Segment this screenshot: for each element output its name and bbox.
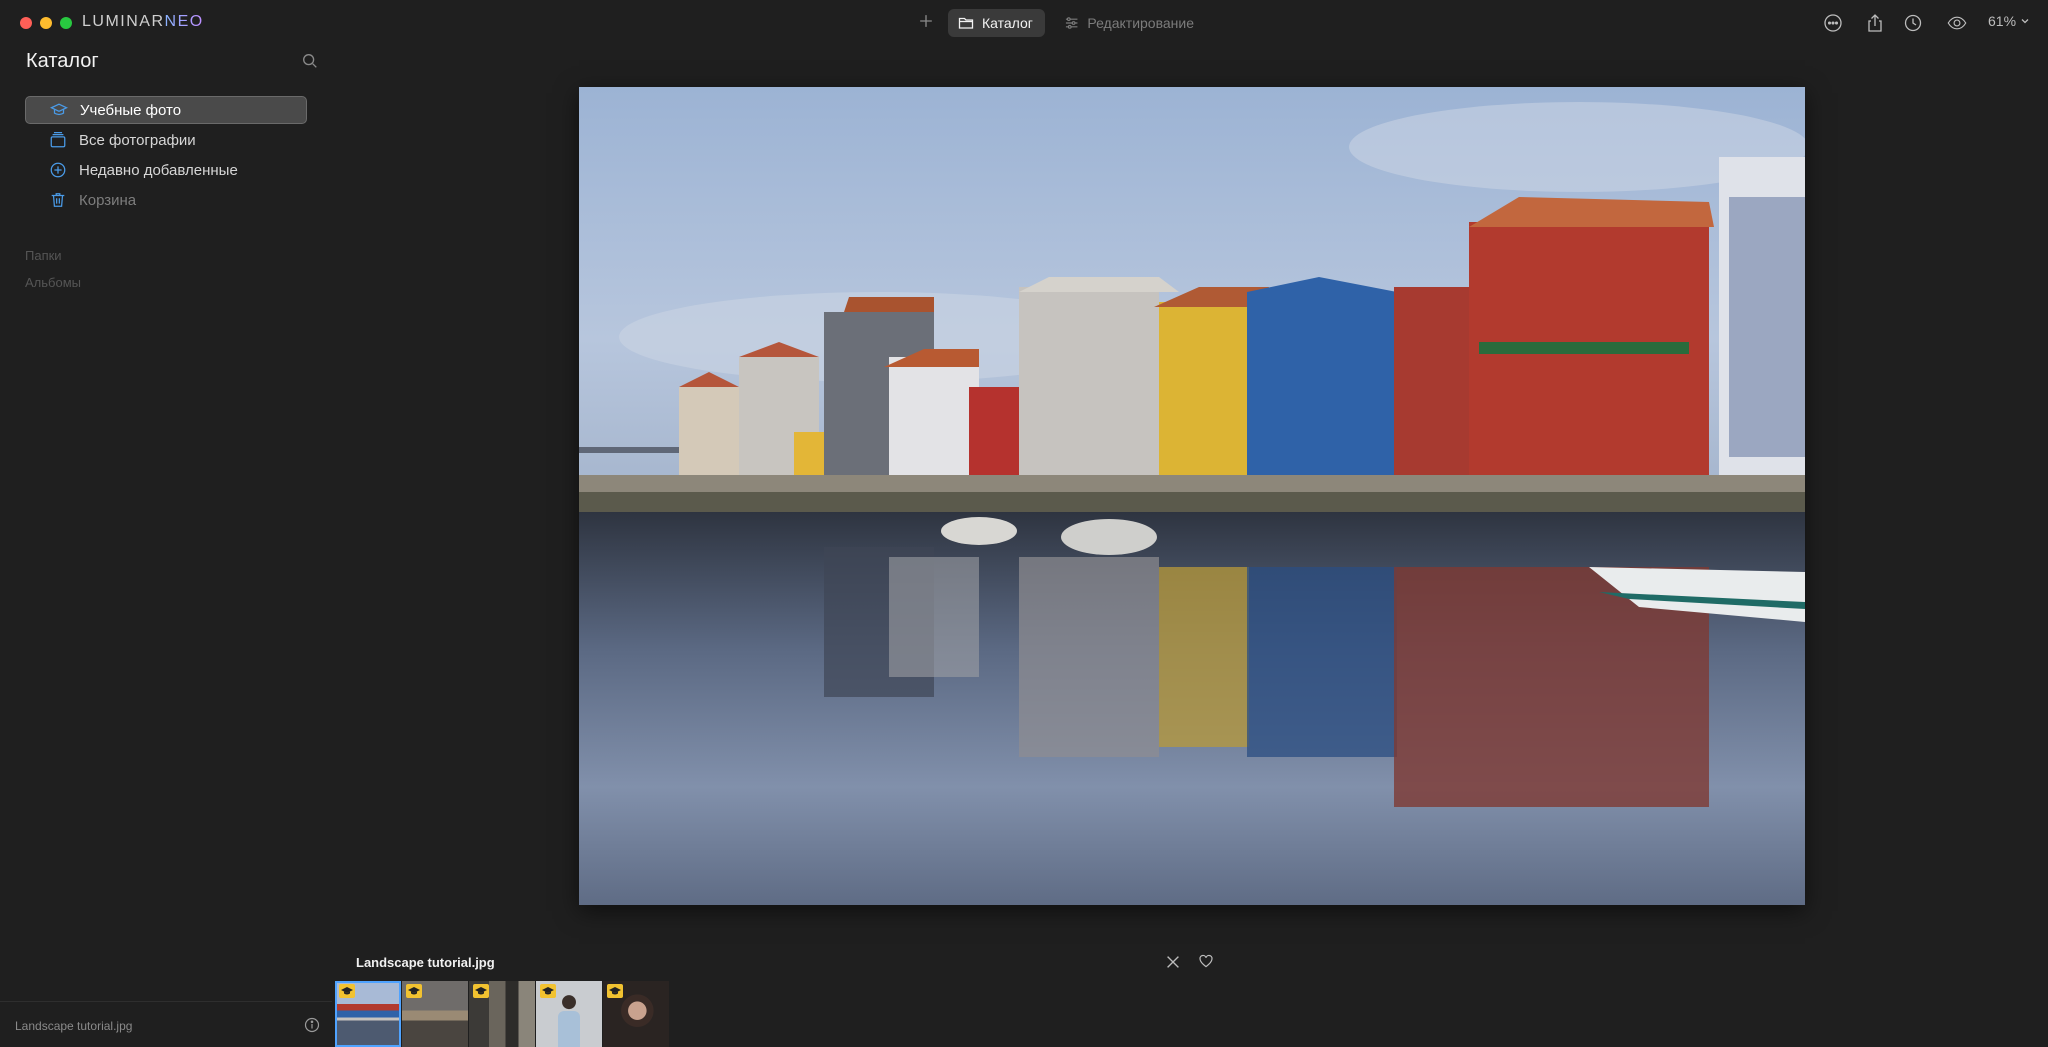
reject-icon[interactable]: [1164, 953, 1184, 973]
section-albums[interactable]: Альбомы: [25, 275, 81, 290]
sidebar-item-tutorial-photos[interactable]: Учебные фото: [25, 96, 307, 124]
fullscreen-window-button[interactable]: [60, 17, 72, 29]
thumbnail-street[interactable]: [469, 981, 535, 1047]
trash-icon: [49, 191, 67, 209]
close-window-button[interactable]: [20, 17, 32, 29]
catalog-list: Учебные фото Все фотографии Недавно доба…: [25, 96, 307, 216]
graduation-cap-icon: [540, 984, 556, 998]
main-photo-preview[interactable]: [579, 87, 1805, 905]
sidebar: Каталог Учебные фото Все фотографии Неда…: [0, 46, 332, 1047]
sidebar-item-label: Корзина: [79, 191, 137, 209]
sidebar-item-recently-added[interactable]: Недавно добавленные: [25, 156, 307, 184]
tab-edit[interactable]: Редактирование: [1054, 9, 1204, 37]
tab-catalog-label: Каталог: [982, 15, 1033, 31]
info-icon[interactable]: [304, 1017, 320, 1033]
sliders-icon: [1065, 17, 1078, 29]
graduation-cap-icon: [607, 984, 623, 998]
sidebar-item-label: Все фотографии: [79, 131, 196, 149]
luminar-neo-window: LUMINARNEO Каталог Редактирование 61% Ка…: [0, 0, 2048, 1047]
share-icon[interactable]: [1864, 12, 1886, 34]
thumbnail-portrait-man[interactable]: [536, 981, 602, 1047]
history-icon[interactable]: [1902, 12, 1924, 34]
sidebar-footer: Landscape tutorial.jpg: [0, 1001, 332, 1047]
sidebar-item-all-photos[interactable]: Все фотографии: [25, 126, 307, 154]
more-options-icon[interactable]: [1822, 12, 1844, 34]
title-bar: LUMINARNEO Каталог Редактирование 61%: [0, 0, 2048, 46]
thumbnail-landscape[interactable]: [335, 981, 401, 1047]
graduation-cap-icon: [473, 984, 489, 998]
graduation-cap-icon: [406, 984, 422, 998]
thumbnail-portrait-woman[interactable]: [603, 981, 669, 1047]
sidebar-title: Каталог: [26, 50, 99, 72]
folder-icon: [958, 17, 974, 29]
zoom-value: 61%: [1988, 13, 2017, 29]
section-folders[interactable]: Папки: [25, 248, 62, 263]
tab-edit-label: Редактирование: [1087, 15, 1194, 31]
plus-circle-icon: [49, 161, 67, 179]
chevron-down-icon: [2021, 19, 2029, 24]
footer-filename: Landscape tutorial.jpg: [15, 1019, 133, 1033]
app-logo: LUMINARNEO: [82, 13, 204, 30]
minimize-window-button[interactable]: [40, 17, 52, 29]
add-photos-icon[interactable]: [914, 11, 938, 35]
sidebar-item-label: Учебные фото: [80, 101, 182, 119]
search-icon[interactable]: [301, 52, 321, 72]
eye-icon[interactable]: [1944, 12, 1970, 34]
photos-stack-icon: [49, 131, 67, 149]
sidebar-item-label: Недавно добавленные: [79, 161, 238, 179]
zoom-control[interactable]: 61%: [1988, 13, 2030, 29]
favorite-heart-icon[interactable]: [1198, 953, 1218, 973]
graduation-cap-icon: [339, 984, 355, 998]
tab-catalog[interactable]: Каталог: [948, 9, 1045, 37]
filmstrip: [335, 981, 669, 1047]
sidebar-item-trash[interactable]: Корзина: [25, 186, 307, 214]
graduation-cap-icon: [50, 101, 68, 119]
thumbnail-beach[interactable]: [402, 981, 468, 1047]
current-filename: Landscape tutorial.jpg: [356, 955, 495, 970]
